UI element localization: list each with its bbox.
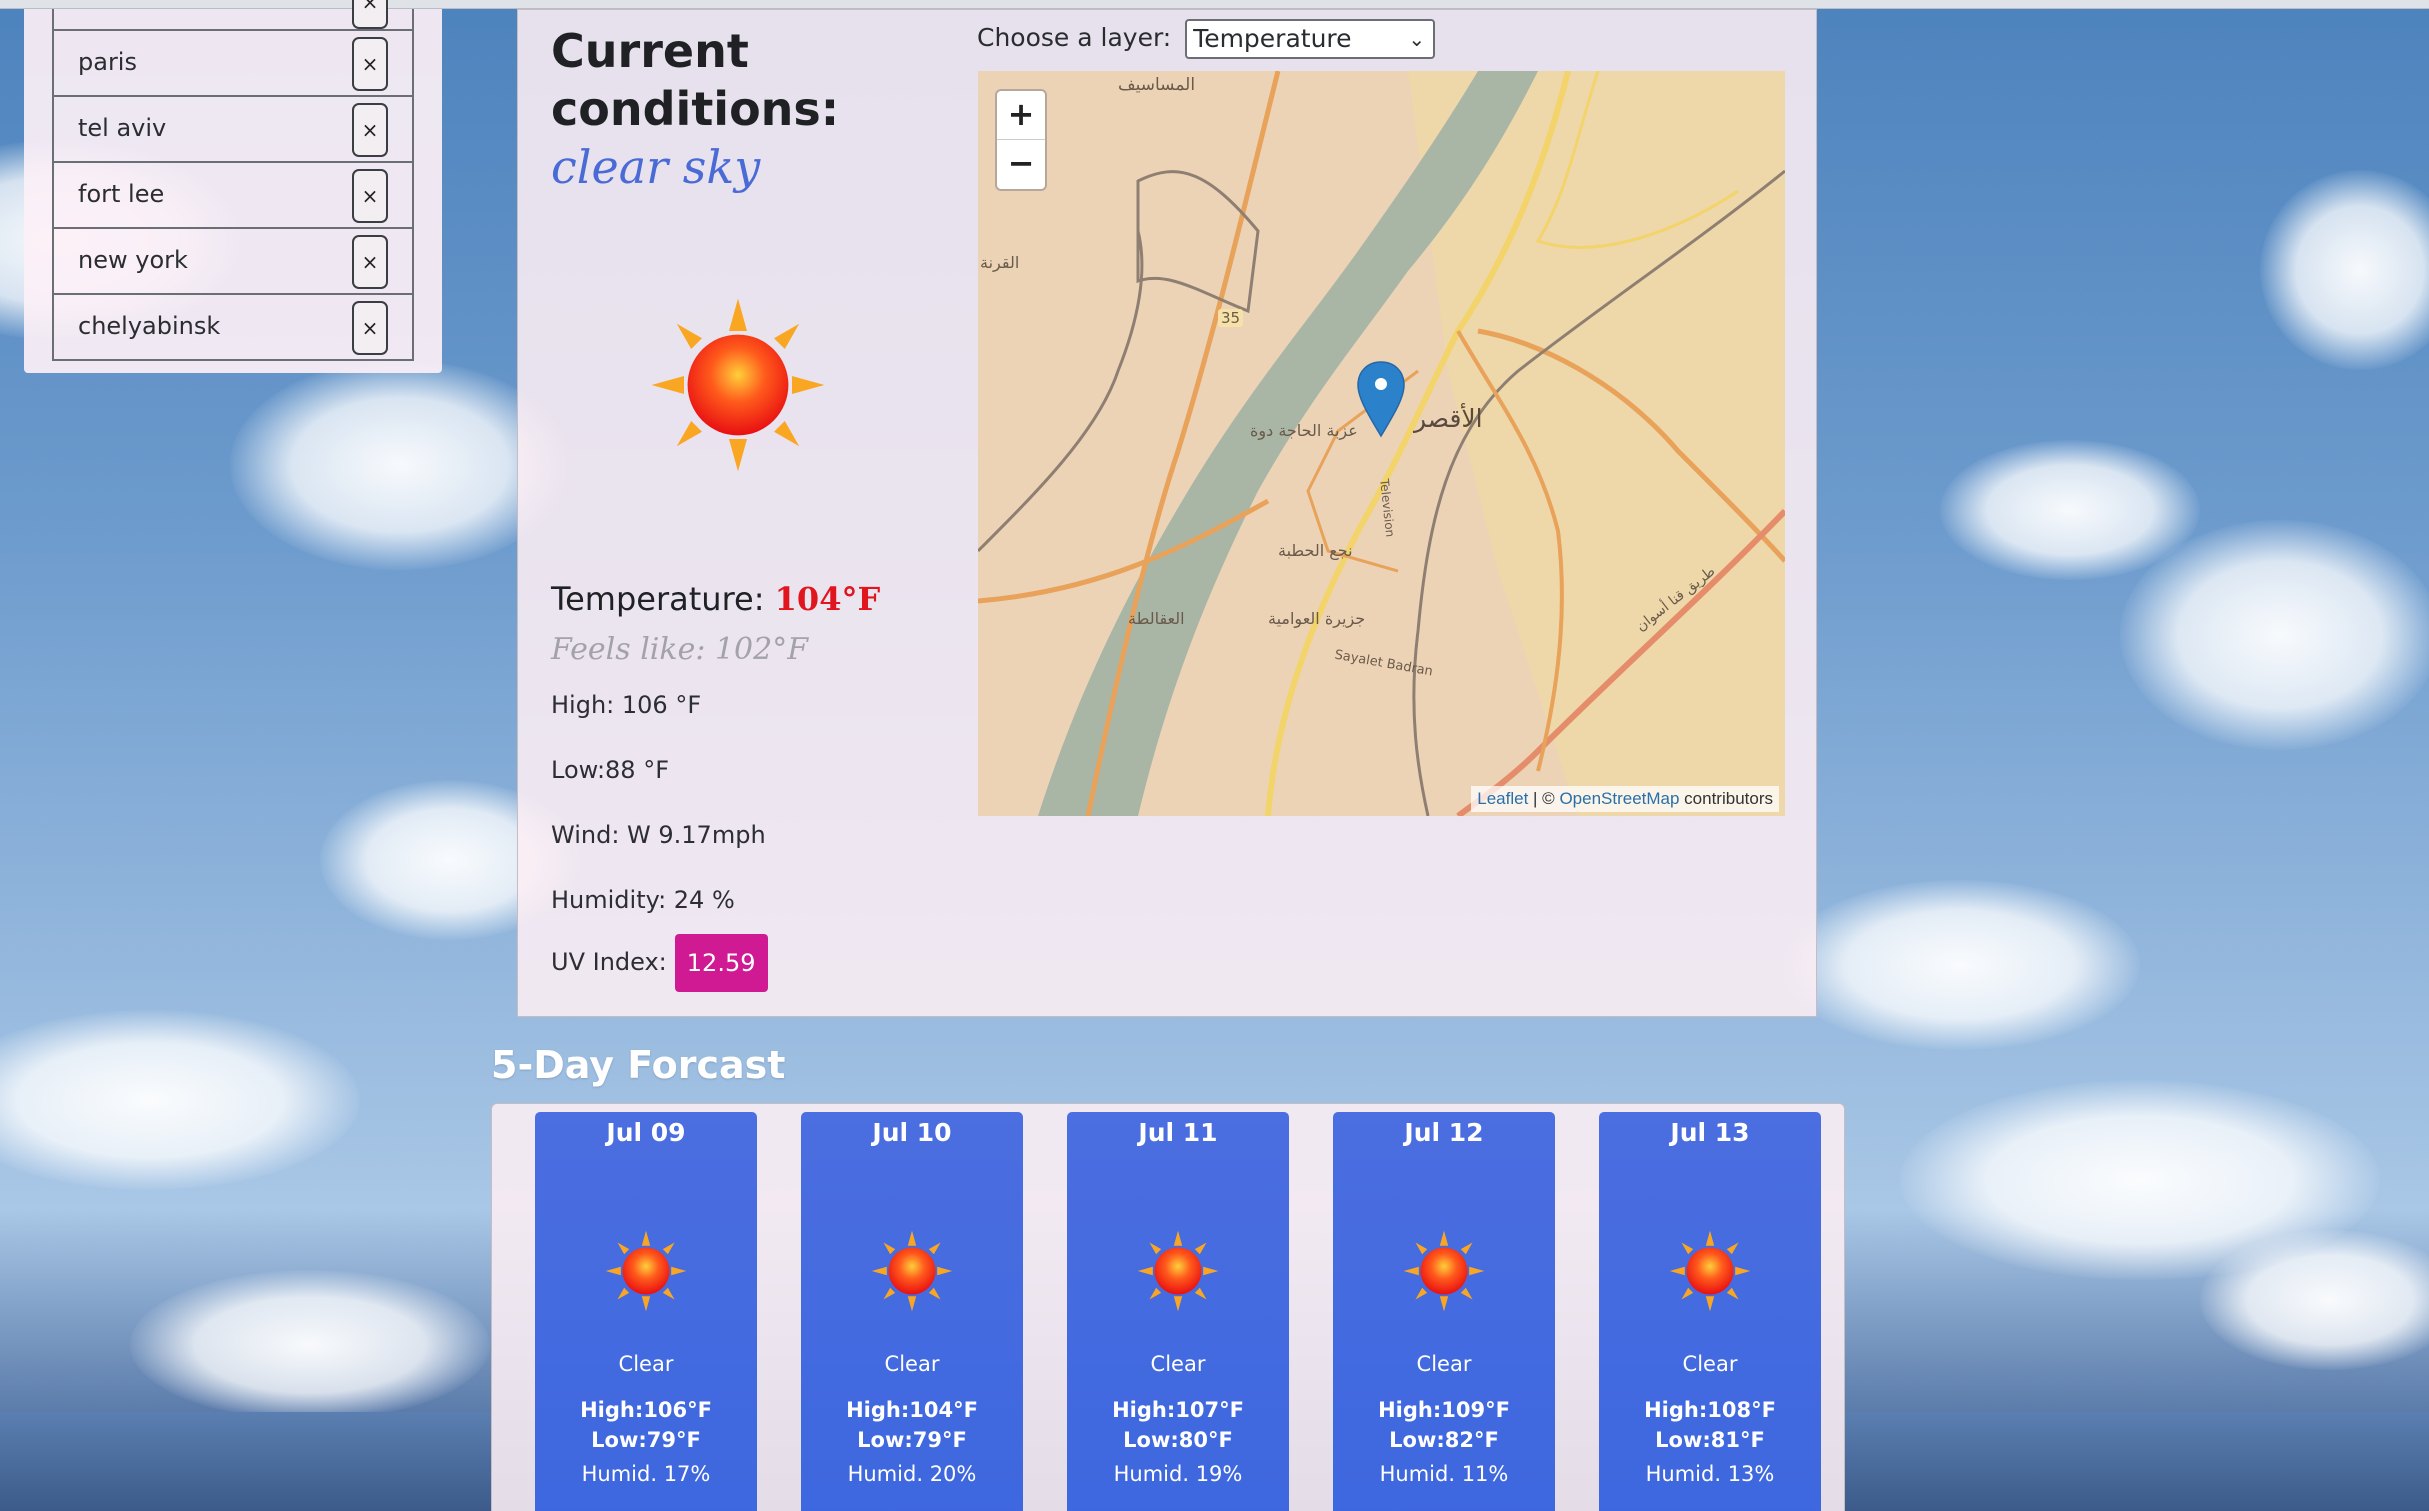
city-history-list: × paris × tel aviv × fort lee × new york…: [52, 0, 414, 361]
city-row[interactable]: chelyabinsk ×: [54, 295, 412, 361]
forecast-humidity: Humid. 11%: [1379, 1462, 1509, 1486]
forecast-humidity: Humid. 19%: [1113, 1462, 1243, 1486]
sun-icon: [1403, 1230, 1485, 1312]
forecast-humidity: Humid. 20%: [847, 1462, 977, 1486]
forecast-low: Low:79°F: [857, 1428, 967, 1452]
forecast-low: Low:81°F: [1655, 1428, 1765, 1452]
uv-index-row: UV Index: 12.59: [551, 934, 768, 992]
forecast-date: Jul 12: [1404, 1118, 1484, 1147]
forecast-condition: Clear: [1150, 1352, 1206, 1376]
forecast-card: Jul 09 Clear High:106°F Low:79°F Humid. …: [535, 1112, 757, 1511]
city-row[interactable]: new york ×: [54, 229, 412, 295]
conditions-prefix: Current conditions:: [551, 24, 840, 136]
forecast-date: Jul 11: [1138, 1118, 1218, 1147]
forecast-condition: Clear: [618, 1352, 674, 1376]
remove-city-button[interactable]: ×: [352, 169, 388, 223]
forecast-low: Low:79°F: [591, 1428, 701, 1452]
forecast-high: High:107°F: [1112, 1398, 1244, 1422]
zoom-out-button[interactable]: −: [997, 140, 1045, 189]
attribution-separator: | ©: [1528, 789, 1560, 808]
city-row[interactable]: fort lee ×: [54, 163, 412, 229]
map-label: 35: [1218, 309, 1244, 327]
map-attribution: Leaflet | © OpenStreetMap contributors: [1471, 786, 1779, 812]
remove-city-button[interactable]: ×: [352, 301, 388, 355]
forecast-card: Jul 10 Clear High:104°F Low:79°F Humid. …: [801, 1112, 1023, 1511]
uv-index-label: UV Index:: [551, 948, 667, 976]
sun-icon: [1669, 1230, 1751, 1312]
map-label: الأقصر: [1414, 404, 1483, 433]
map-label: نجع الحطبة: [1278, 541, 1353, 560]
layer-label: Choose a layer:: [977, 23, 1172, 52]
wind: Wind: W 9.17mph: [551, 821, 766, 849]
forecast-condition: Clear: [884, 1352, 940, 1376]
remove-city-button[interactable]: ×: [352, 0, 388, 29]
leaflet-link[interactable]: Leaflet: [1477, 789, 1528, 808]
high-temp: High: 106 °F: [551, 691, 702, 719]
sun-icon: [871, 1230, 953, 1312]
city-name[interactable]: tel aviv: [78, 114, 166, 142]
forecast-condition: Clear: [1416, 1352, 1472, 1376]
forecast-card: Jul 11 Clear High:107°F Low:80°F Humid. …: [1067, 1112, 1289, 1511]
city-name[interactable]: paris: [78, 48, 137, 76]
city-name[interactable]: chelyabinsk: [78, 312, 220, 340]
temperature-label: Temperature:: [551, 580, 765, 618]
city-name[interactable]: fort lee: [78, 180, 164, 208]
sun-icon: [605, 1230, 687, 1312]
osm-link[interactable]: OpenStreetMap: [1559, 789, 1679, 808]
chevron-down-icon: ⌄: [1408, 27, 1426, 51]
city-row[interactable]: paris ×: [54, 31, 412, 97]
forecast-high: High:108°F: [1644, 1398, 1776, 1422]
forecast-container: Jul 09 Clear High:106°F Low:79°F Humid. …: [491, 1103, 1845, 1511]
feels-like: Feels like: 102°F: [551, 632, 809, 667]
sun-icon: [651, 298, 825, 472]
forecast-high: High:109°F: [1378, 1398, 1510, 1422]
forecast-date: Jul 09: [606, 1118, 686, 1147]
remove-city-button[interactable]: ×: [352, 235, 388, 289]
forecast-humidity: Humid. 13%: [1645, 1462, 1775, 1486]
map-label: عزبة الحاجة دوة: [1250, 421, 1358, 440]
uv-index-badge: 12.59: [674, 934, 768, 992]
city-row[interactable]: tel aviv ×: [54, 97, 412, 163]
map-tiles: [978, 71, 1785, 816]
forecast-card: Jul 13 Clear High:108°F Low:81°F Humid. …: [1599, 1112, 1821, 1511]
weather-map[interactable]: المساسيف القرنة 35 عزبة الحاجة دوة الأقص…: [978, 71, 1785, 816]
forecast-humidity: Humid. 17%: [581, 1462, 711, 1486]
forecast-title: 5-Day Forcast: [491, 1043, 786, 1087]
layer-select[interactable]: Temperature ⌄: [1185, 19, 1436, 59]
forecast-low: Low:80°F: [1123, 1428, 1233, 1452]
city-history-panel: × paris × tel aviv × fort lee × new york…: [24, 0, 442, 373]
remove-city-button[interactable]: ×: [352, 37, 388, 91]
map-label: العقالطة: [1128, 609, 1185, 628]
city-row-partial: ×: [54, 0, 412, 31]
layer-selected-value: Temperature: [1193, 24, 1352, 53]
forecast-low: Low:82°F: [1389, 1428, 1499, 1452]
forecast-card: Jul 12 Clear High:109°F Low:82°F Humid. …: [1333, 1112, 1555, 1511]
layer-chooser: Choose a layer: Temperature ⌄: [977, 19, 1436, 59]
low-temp: Low:88 °F: [551, 756, 670, 784]
forecast-date: Jul 10: [872, 1118, 952, 1147]
remove-city-button[interactable]: ×: [352, 103, 388, 157]
humidity: Humidity: 24 %: [551, 886, 735, 914]
sun-icon: [1137, 1230, 1219, 1312]
map-zoom-control: + −: [995, 89, 1047, 191]
current-conditions-title: Current conditions: clear sky: [551, 22, 951, 196]
forecast-date: Jul 13: [1670, 1118, 1750, 1147]
map-label: المساسيف: [1118, 75, 1196, 95]
weather-description: clear sky: [551, 140, 761, 194]
attribution-suffix: contributors: [1679, 789, 1773, 808]
map-label: القرنة: [980, 253, 1020, 272]
forecast-high: High:104°F: [846, 1398, 978, 1422]
temperature-value: 104°F: [774, 580, 881, 618]
forecast-high: High:106°F: [580, 1398, 712, 1422]
map-label: جزيرة العوامية: [1268, 609, 1366, 628]
forecast-condition: Clear: [1682, 1352, 1738, 1376]
temperature-line: Temperature: 104°F: [551, 580, 880, 618]
current-conditions-card: Current conditions: clear sky Temperatur…: [517, 9, 1817, 1017]
zoom-in-button[interactable]: +: [997, 91, 1045, 140]
city-name[interactable]: new york: [78, 246, 188, 274]
